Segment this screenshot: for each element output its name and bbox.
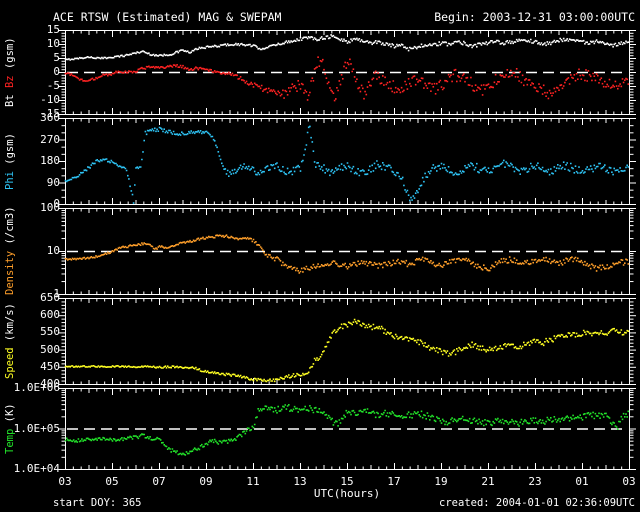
created-timestamp: created: 2004-01-01 02:36:09UTC [439, 497, 635, 509]
start-doy-label: start DOY: 365 [53, 497, 142, 509]
y-axis-title-temp: Temp (K) [3, 388, 18, 470]
series-phi [64, 125, 630, 204]
y-axis-title-part: (K) [4, 403, 16, 429]
header: ACE RTSW (Estimated) MAG & SWEPAM Begin:… [53, 10, 635, 24]
y-axis-title-part: Phi [4, 170, 16, 190]
series-density [64, 234, 630, 274]
y-axis-title-part: Temp [4, 429, 16, 455]
series-bt [64, 34, 630, 61]
y-axis-title-part: (gsm) [4, 133, 16, 171]
y-axis-title-part: (/cm3) [4, 206, 16, 251]
panel-density [59, 208, 636, 295]
begin-timestamp: Begin: 2003-12-31 03:00:00UTC [434, 10, 635, 24]
panel-phi [59, 118, 636, 205]
ace-rtsw-plot: ACE RTSW (Estimated) MAG & SWEPAM Begin:… [0, 0, 640, 512]
y-axis-title-phi: Phi (gsm) [3, 118, 18, 205]
panel-speed [59, 298, 636, 385]
series-speed [64, 318, 630, 383]
series-temp [64, 404, 630, 456]
series-bz [64, 56, 630, 102]
y-axis-title-part: Density [4, 250, 16, 295]
y-axis-title-bt_bz: Bt Bz (gsm) [3, 30, 18, 115]
y-axis-title-part: Bt [4, 88, 16, 108]
y-axis-title-density: Density (/cm3) [3, 206, 18, 295]
y-axis-title-part: Speed [4, 347, 16, 380]
y-axis-title-speed: Speed (km/s) [3, 298, 18, 385]
panel-temp [59, 388, 636, 470]
panel-bt_bz [59, 30, 636, 115]
y-axis-title-part: (gsm) [4, 37, 16, 76]
plot-title: ACE RTSW (Estimated) MAG & SWEPAM [53, 10, 282, 24]
y-axis-title-part: Bz [4, 75, 16, 89]
y-axis-title-part: (km/s) [4, 303, 16, 348]
